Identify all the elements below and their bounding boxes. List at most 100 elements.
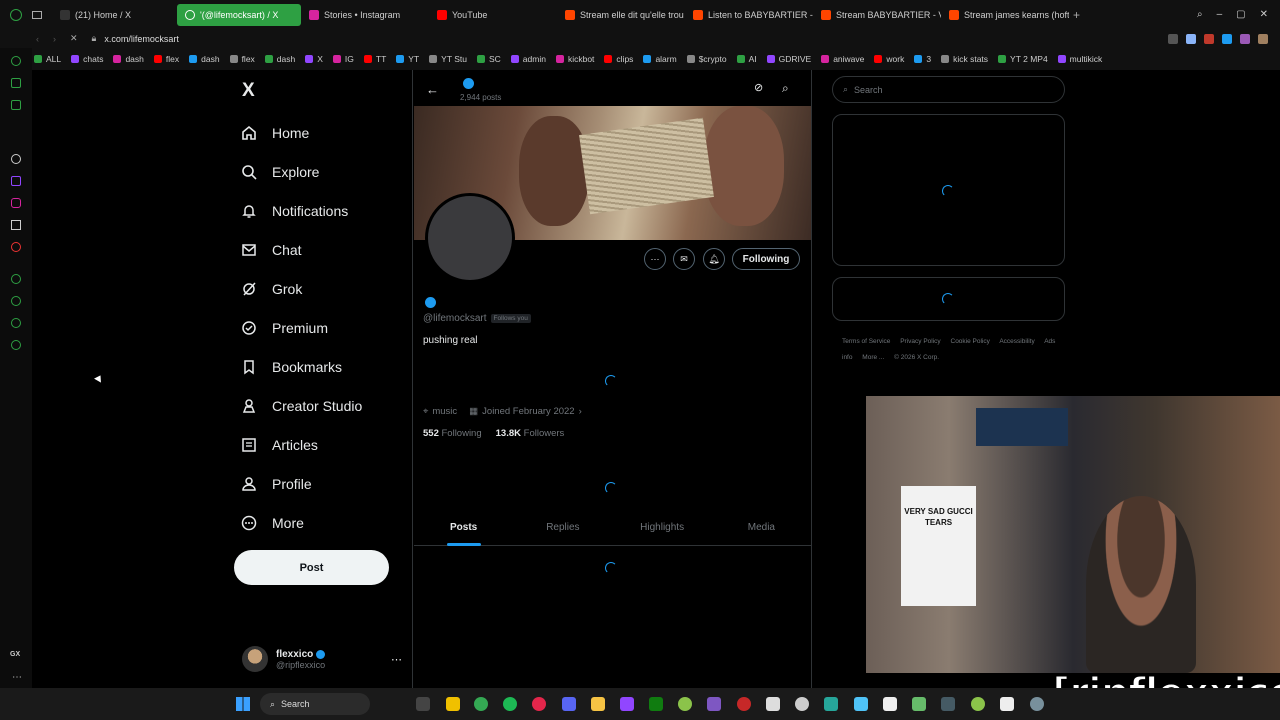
bookmark-item[interactable]: 3 <box>914 54 931 64</box>
footer-link[interactable]: Accessibility <box>999 338 1034 345</box>
followers-stat[interactable]: 13.8K Followers <box>496 428 565 439</box>
maximize-icon[interactable]: ▢ <box>1236 9 1245 20</box>
windows-start-icon[interactable] <box>236 697 250 711</box>
app-icon[interactable] <box>620 697 634 711</box>
settings-icon[interactable] <box>11 340 21 350</box>
sidebar-app-icon[interactable] <box>11 56 21 66</box>
bookmark-item[interactable]: alarm <box>643 54 677 64</box>
search-tabs-icon[interactable]: ⌕ <box>1197 9 1203 20</box>
new-tab-icon[interactable]: + <box>1073 8 1080 22</box>
record-icon[interactable] <box>11 242 21 252</box>
bookmark-item[interactable]: flex <box>153 54 179 64</box>
sidebar-app-icon[interactable] <box>11 100 21 110</box>
forward-icon[interactable]: › <box>53 34 56 44</box>
extension-icon[interactable] <box>1168 33 1178 44</box>
footer-link[interactable]: More ... <box>862 354 884 361</box>
bookmark-item[interactable]: aniwave <box>821 54 864 64</box>
more-actions-button[interactable]: ⋯ <box>644 248 666 270</box>
browser-tab[interactable]: Stream BABYBARTIER - V <box>813 4 941 26</box>
app-icon[interactable] <box>824 697 838 711</box>
bookmark-item[interactable]: kickbot <box>555 54 594 64</box>
nav-chat[interactable]: Chat <box>240 230 410 269</box>
bookmark-item[interactable]: AI <box>736 54 757 64</box>
account-switcher[interactable]: flexxico @ripflexxico ⋯ <box>242 644 402 674</box>
app-icon[interactable] <box>1030 697 1044 711</box>
extensions-icon[interactable] <box>11 318 21 328</box>
nav-notifications[interactable]: Notifications <box>240 191 410 230</box>
browser-tab[interactable]: Stories • Instagram <box>301 4 429 26</box>
bookmark-item[interactable]: $crypto <box>686 54 727 64</box>
extension-icon[interactable] <box>1222 33 1232 44</box>
extension-icon[interactable] <box>1186 33 1196 44</box>
footer-link[interactable]: Terms of Service <box>842 338 890 345</box>
nav-profile[interactable]: Profile <box>240 464 410 503</box>
capcut-icon[interactable] <box>766 697 780 711</box>
bookmark-item[interactable]: YT 2 MP4 <box>998 54 1048 64</box>
bookmark-item[interactable]: GDRIVE <box>766 54 811 64</box>
instagram-icon[interactable] <box>11 198 21 208</box>
discord-icon[interactable] <box>562 697 576 711</box>
app-icon[interactable] <box>1000 697 1014 711</box>
bookmark-item[interactable]: kick stats <box>941 54 988 64</box>
chatgpt-icon[interactable] <box>11 154 21 164</box>
opera-gx-icon[interactable] <box>532 697 546 711</box>
profile-avatar-icon[interactable] <box>1258 33 1268 44</box>
bookmark-item[interactable]: dash <box>189 54 220 64</box>
notifications-button[interactable]: 🔔︎ <box>703 248 725 270</box>
file-explorer-icon[interactable] <box>591 697 605 711</box>
nav-bookmarks[interactable]: Bookmarks <box>240 347 410 386</box>
xbox-icon[interactable] <box>649 697 663 711</box>
browser-tab[interactable]: (21) Home / X <box>52 4 177 26</box>
post-button[interactable]: Post <box>234 550 389 585</box>
bookmark-item[interactable]: ALL <box>34 54 61 64</box>
notepad-icon[interactable] <box>854 697 868 711</box>
bookmark-item[interactable]: YT <box>396 54 419 64</box>
chatgpt-icon[interactable] <box>795 697 809 711</box>
app-icon[interactable] <box>446 697 460 711</box>
x-logo[interactable]: X <box>242 80 255 102</box>
clock-icon[interactable] <box>11 296 21 306</box>
bookmark-item[interactable]: IG <box>332 54 354 64</box>
more-icon[interactable]: ⋯ <box>12 672 22 683</box>
browser-menu-icon[interactable] <box>10 8 22 21</box>
tab-replies[interactable]: Replies <box>513 510 612 545</box>
tab-switcher-icon[interactable] <box>32 10 42 19</box>
bookmark-item[interactable]: clips <box>604 54 633 64</box>
bookmark-item[interactable]: flex <box>229 54 255 64</box>
extension-icon[interactable] <box>1204 33 1214 44</box>
bookmark-item[interactable]: admin <box>510 54 546 64</box>
search-icon[interactable]: ⌕ <box>782 81 789 96</box>
joined-item[interactable]: ▦ Joined February 2022 › <box>469 406 582 417</box>
gx-icon[interactable]: GX <box>10 651 20 658</box>
bookmark-item[interactable]: work <box>874 54 904 64</box>
search-input[interactable]: ⌕ Search <box>832 76 1065 103</box>
nav-articles[interactable]: Articles <box>240 425 410 464</box>
footer-link[interactable]: Cookie Policy <box>951 338 990 345</box>
bookmark-item[interactable]: YT Stu <box>429 54 467 64</box>
nav-creator-studio[interactable]: Creator Studio <box>240 386 410 425</box>
following-button[interactable]: Following <box>732 248 800 270</box>
profile-avatar[interactable] <box>425 193 515 283</box>
twitch-icon[interactable] <box>11 176 21 186</box>
minimize-icon[interactable]: – <box>1217 9 1223 20</box>
app-icon[interactable] <box>912 697 926 711</box>
tab-media[interactable]: Media <box>712 510 811 545</box>
taskbar-search[interactable]: ⌕ Search <box>260 693 370 715</box>
bookmark-item[interactable]: SC <box>476 54 501 64</box>
url-field[interactable]: x.com/lifemocksart <box>104 34 179 44</box>
bookmark-item[interactable]: multikick <box>1057 54 1102 64</box>
back-arrow-icon[interactable]: ← <box>426 82 439 97</box>
close-icon[interactable]: ✕ <box>1260 9 1268 20</box>
sidebar-app-icon[interactable] <box>11 78 21 88</box>
tab-highlights[interactable]: Highlights <box>613 510 712 545</box>
tab-posts[interactable]: Posts <box>414 510 513 545</box>
audio-icon[interactable] <box>883 697 897 711</box>
app-icon[interactable] <box>941 697 955 711</box>
bookmark-item[interactable]: X <box>305 54 323 64</box>
app-icon[interactable] <box>707 697 721 711</box>
grok-icon[interactable]: ⊘ <box>754 81 763 94</box>
nav-grok[interactable]: Grok <box>240 269 410 308</box>
app-icon[interactable] <box>737 697 751 711</box>
spotify-icon[interactable] <box>503 697 517 711</box>
app-icon[interactable] <box>971 697 985 711</box>
